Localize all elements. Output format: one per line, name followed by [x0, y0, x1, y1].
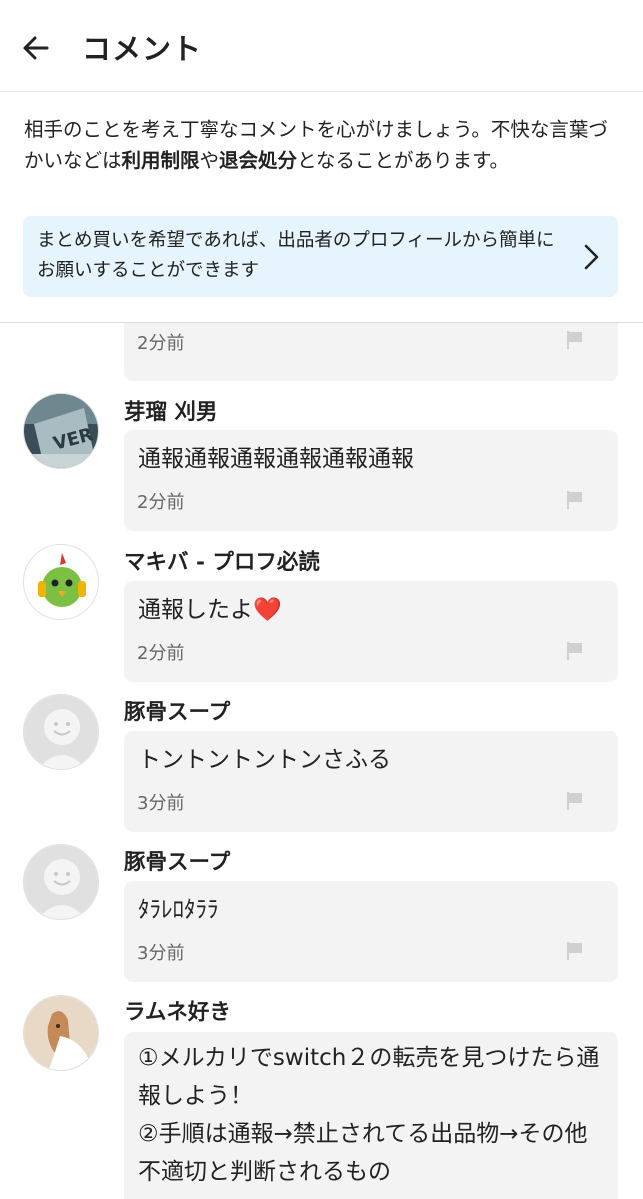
comment-text: トントントントンさふる [138, 747, 391, 773]
comment-username[interactable]: ラムネ好き [124, 995, 231, 1026]
photo-avatar-icon: VER [24, 394, 98, 468]
comment-bubble: 通報したよ❤️ 2分前 [124, 581, 618, 682]
default-avatar-icon [24, 845, 98, 919]
comment-bubble: ﾀﾗﾚﾛﾀﾗﾗ 3分前 [124, 881, 618, 982]
comment-bubble: 通報通報通報通報通報通報 2分前 [124, 430, 618, 531]
comment-username[interactable]: マキバ - プロフ必読 [124, 545, 320, 576]
chevron-right-icon [584, 244, 599, 270]
comment-text-body: 通報したよ [138, 597, 253, 623]
flag-icon[interactable] [566, 490, 584, 510]
arrow-left-icon [23, 36, 49, 60]
comment-bubble: 2分前 [124, 323, 618, 381]
comment-bubble: ①メルカリでswitch２の転売を見つけたら通報しよう！ ②手順は通報→禁止され… [124, 1032, 618, 1199]
comment-time: 2分前 [137, 492, 185, 513]
comment-guideline-notice: 相手のことを考え丁寧なコメントを心がけましょう。不快な言葉づかいなどは利用制限や… [24, 114, 624, 176]
comment-username[interactable]: 豚骨スープ [124, 695, 230, 726]
notice-usage-restriction: 利用制限 [121, 149, 200, 172]
flag-icon[interactable] [566, 791, 584, 811]
user-avatar[interactable] [23, 694, 99, 770]
default-avatar-icon [24, 695, 98, 769]
bundle-purchase-banner[interactable]: まとめ買いを希望であれば、出品者のプロフィールから簡単にお願いすることができます [23, 216, 618, 297]
user-avatar[interactable] [23, 544, 99, 620]
top-app-bar: コメント [0, 0, 643, 92]
comment-text: ①メルカリでswitch２の転売を見つけたら通報しよう！ ②手順は通報→禁止され… [138, 1045, 600, 1185]
heart-emoji: ❤️ [253, 597, 282, 623]
notice-text-end: となることがあります。 [297, 149, 510, 172]
flag-icon[interactable] [566, 941, 584, 961]
user-avatar[interactable]: VER [23, 393, 99, 469]
comment-text: 通報通報通報通報通報通報 [138, 446, 414, 472]
notice-account-termination: 退会処分 [219, 149, 298, 172]
comment-time: 3分前 [137, 943, 185, 964]
cat-avatar-icon [24, 996, 98, 1070]
comment-username[interactable]: 豚骨スープ [124, 845, 230, 876]
comment-username[interactable]: 芽瑠 刈男 [124, 395, 218, 426]
comment-time: 2分前 [137, 643, 185, 664]
comment-time: 3分前 [137, 793, 185, 814]
user-avatar[interactable] [23, 844, 99, 920]
comment-bubble: トントントントンさふる 3分前 [124, 731, 618, 832]
comment-text: 通報したよ❤️ [138, 591, 282, 629]
flag-icon[interactable] [566, 330, 584, 350]
notice-text-conjunction: や [199, 149, 220, 172]
comment-list[interactable]: 2分前 VER 芽瑠 刈男 通報通報通報通報通報通報 2分前 マキバ - プロフ… [0, 323, 643, 1199]
comment-time: 2分前 [137, 333, 185, 354]
page-title: コメント [82, 32, 203, 66]
back-button[interactable] [16, 28, 56, 68]
user-avatar[interactable] [23, 995, 99, 1071]
flag-icon[interactable] [566, 641, 584, 661]
comment-text: ﾀﾗﾚﾛﾀﾗﾗ [138, 897, 219, 923]
green-bird-avatar-icon [24, 545, 98, 619]
banner-text: まとめ買いを希望であれば、出品者のプロフィールから簡単にお願いすることができます [37, 230, 555, 281]
